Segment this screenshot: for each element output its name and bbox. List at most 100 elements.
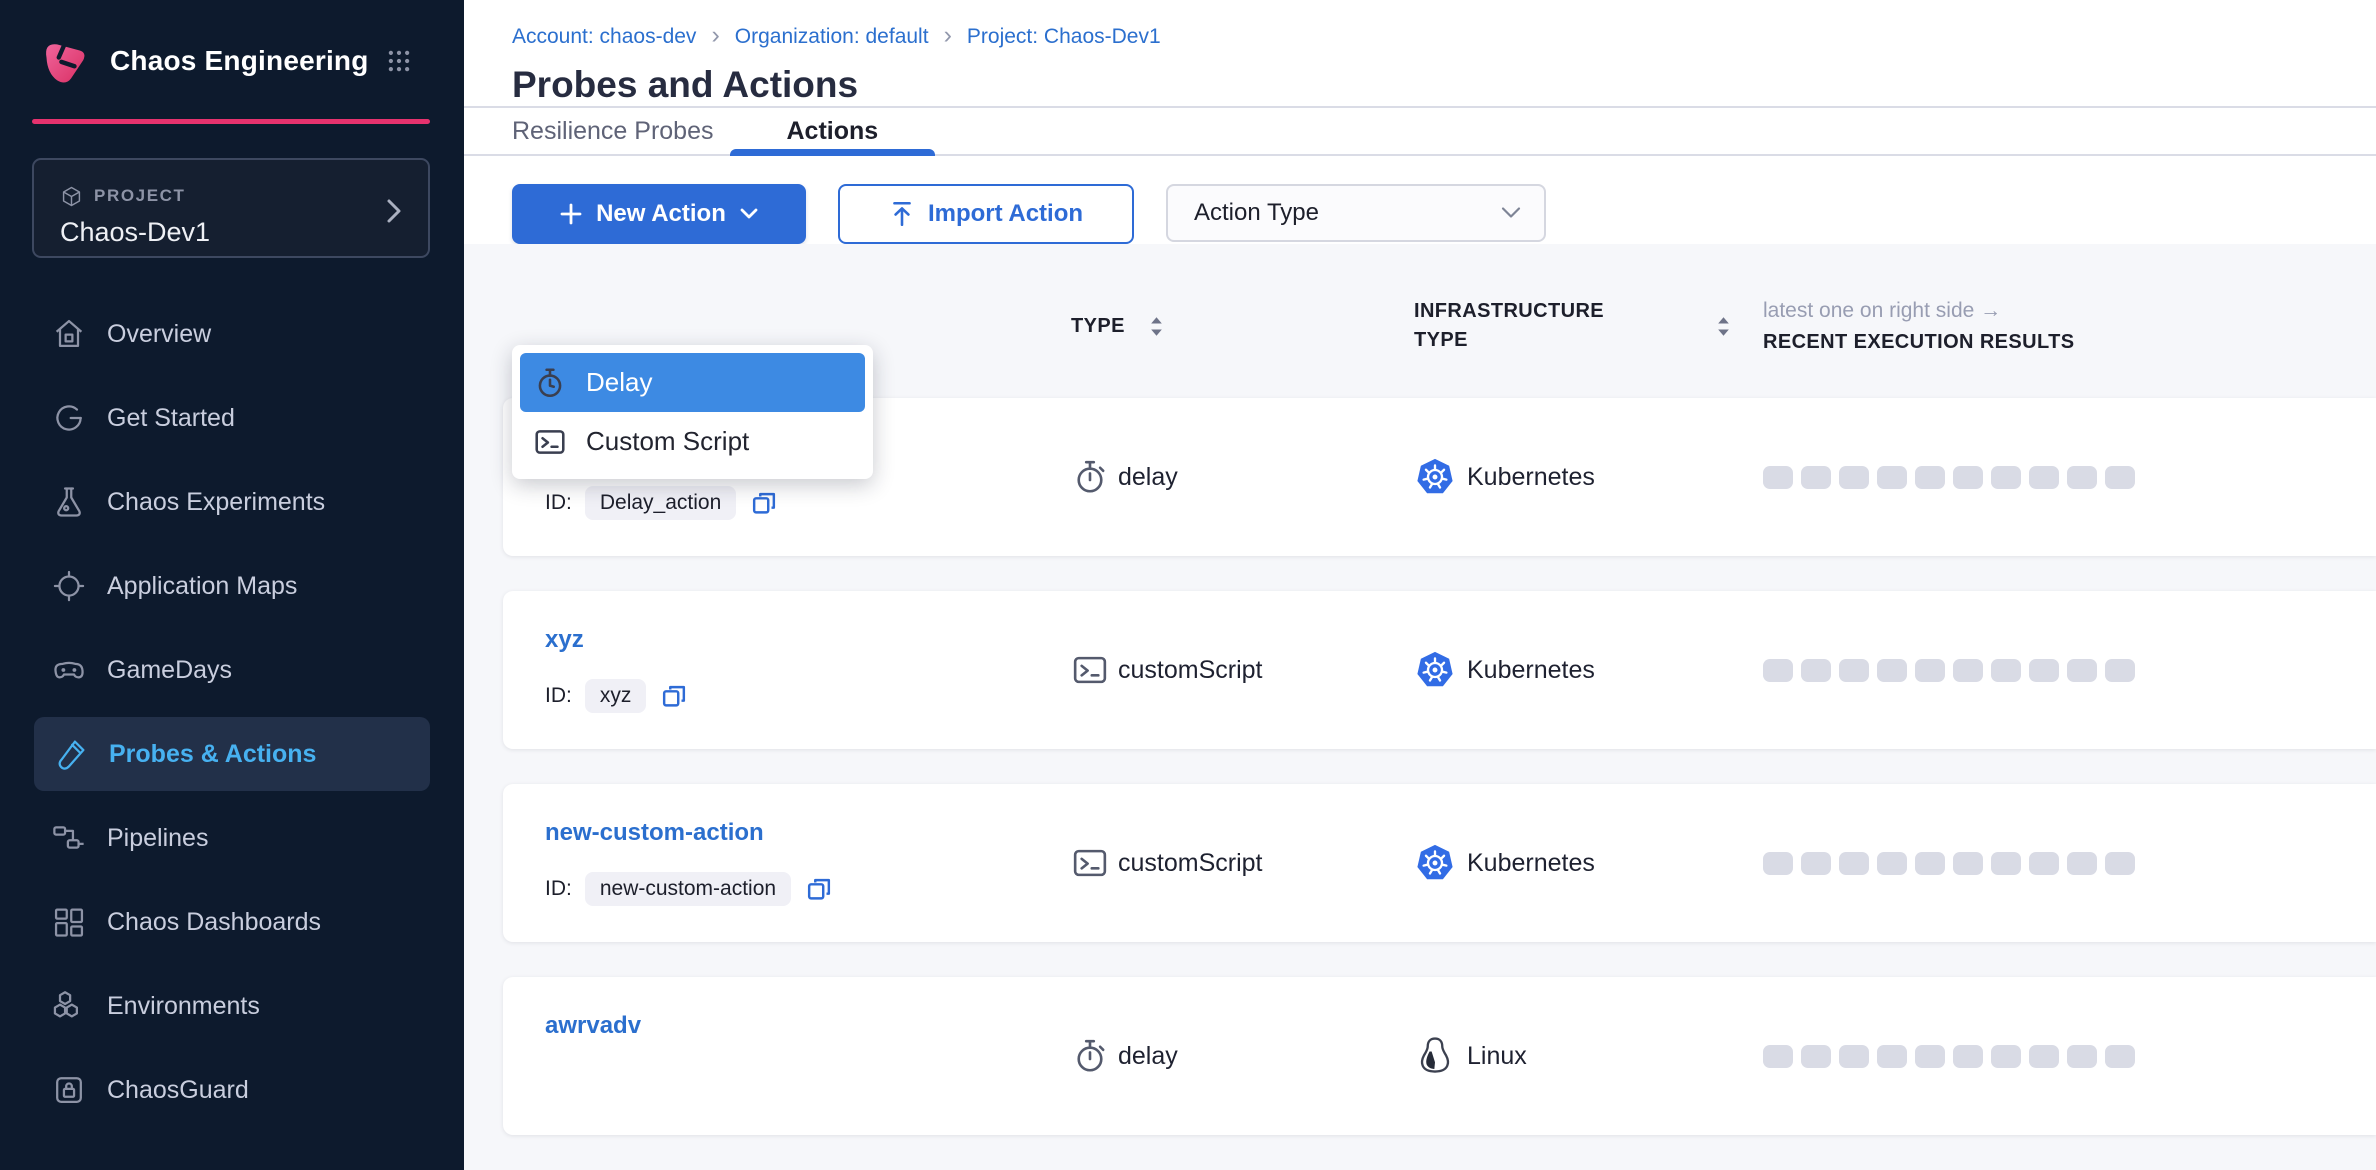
execution-placeholder: [2067, 1045, 2097, 1068]
copy-icon[interactable]: [749, 488, 779, 518]
page-title: Probes and Actions: [512, 64, 2376, 106]
results-hint: latest one on right side →: [1763, 299, 2376, 323]
sidebar-item-chaosguard[interactable]: ChaosGuard: [0, 1048, 464, 1132]
recent-execution-results: [1763, 1045, 2376, 1068]
execution-placeholder: [1915, 852, 1945, 875]
sidebar-item-get-started[interactable]: Get Started: [0, 376, 464, 460]
action-type-value: customScript: [1118, 849, 1262, 878]
execution-placeholder: [2029, 852, 2059, 875]
import-action-button[interactable]: Import Action: [838, 184, 1134, 244]
kubernetes-icon: [1414, 648, 1456, 692]
sort-icon[interactable]: [1147, 314, 1166, 339]
app-title: Chaos Engineering: [110, 45, 369, 77]
recent-execution-results: [1763, 852, 2376, 875]
sidebar-item-label: Overview: [107, 320, 211, 349]
sidebar-item-overview[interactable]: Overview: [0, 292, 464, 376]
sidebar-item-pipelines[interactable]: Pipelines: [0, 796, 464, 880]
breadcrumb-separator: ›: [944, 23, 952, 48]
upload-icon: [889, 200, 915, 228]
infrastructure-column-header[interactable]: INFRASTRUCTURE TYPE: [1414, 297, 1763, 355]
execution-placeholder: [1991, 1045, 2021, 1068]
action-id: new-custom-action: [585, 872, 791, 906]
execution-placeholder: [1877, 466, 1907, 489]
menu-item-label: Delay: [586, 367, 652, 398]
execution-placeholder: [1915, 659, 1945, 682]
get-started-icon: [50, 400, 87, 437]
tab-actions[interactable]: Actions: [730, 108, 936, 154]
breadcrumb-project-link[interactable]: Project: Chaos-Dev1: [967, 25, 1161, 49]
breadcrumb-organization-link[interactable]: Organization: default: [735, 25, 929, 49]
action-type-value: delay: [1118, 463, 1178, 492]
execution-placeholder: [1801, 852, 1831, 875]
execution-placeholder: [2105, 466, 2135, 489]
sidebar-item-label: Chaos Dashboards: [107, 908, 321, 937]
lock-icon: [50, 1072, 87, 1109]
flask-icon: [50, 484, 87, 521]
stopwatch-icon: [1071, 458, 1109, 496]
results-column-header: latest one on right side → RECENT EXECUT…: [1763, 299, 2376, 354]
execution-placeholder: [1953, 1045, 1983, 1068]
sidebar-item-gamedays[interactable]: GameDays: [0, 628, 464, 712]
sidebar-item-chaos-dashboards[interactable]: Chaos Dashboards: [0, 880, 464, 964]
execution-placeholder: [2067, 659, 2097, 682]
execution-placeholder: [1953, 466, 1983, 489]
execution-placeholder: [2067, 852, 2097, 875]
breadcrumb-account-link[interactable]: Account: chaos-dev: [512, 25, 696, 49]
sidebar-item-application-maps[interactable]: Application Maps: [0, 544, 464, 628]
tab-resilience-probes[interactable]: Resilience Probes: [512, 108, 714, 154]
table-row: awrvadv delay: [503, 977, 2376, 1135]
target-icon: [50, 568, 87, 605]
id-label: ID:: [545, 877, 572, 901]
execution-placeholder: [1839, 1045, 1869, 1068]
sidebar-item-label: Probes & Actions: [109, 740, 316, 769]
infrastructure-value: Kubernetes: [1467, 849, 1595, 878]
new-action-button[interactable]: New Action: [512, 184, 806, 244]
module-grid-icon[interactable]: [386, 48, 412, 74]
execution-placeholder: [1763, 1045, 1793, 1068]
infrastructure-value: Linux: [1467, 1042, 1527, 1071]
brand-bar: Chaos Engineering: [0, 0, 464, 121]
sidebar-item-probes-actions[interactable]: Probes & Actions: [34, 717, 430, 791]
execution-placeholder: [2105, 659, 2135, 682]
sort-icon[interactable]: [1714, 314, 1733, 339]
toolbar: New Action Import Action Action Type: [464, 156, 2376, 244]
action-name-link[interactable]: awrvadv: [545, 1012, 641, 1040]
action-type-value: Action Type: [1194, 199, 1319, 227]
execution-placeholder: [1915, 466, 1945, 489]
sidebar-item-environments[interactable]: Environments: [0, 964, 464, 1048]
action-id: Delay_action: [585, 486, 736, 520]
menu-item-custom-script[interactable]: Custom Script: [520, 412, 865, 471]
test-tube-icon: [52, 736, 89, 773]
execution-placeholder: [1801, 1045, 1831, 1068]
execution-placeholder: [1763, 659, 1793, 682]
terminal-icon: [533, 425, 567, 459]
pipeline-icon: [50, 820, 87, 857]
spacer: [545, 1064, 1071, 1100]
action-type-value: customScript: [1118, 656, 1262, 685]
execution-placeholder: [2029, 466, 2059, 489]
execution-placeholder: [1991, 852, 2021, 875]
infrastructure-value: Kubernetes: [1467, 656, 1595, 685]
action-type-select[interactable]: Action Type: [1166, 184, 1546, 242]
type-column-header[interactable]: TYPE: [1071, 314, 1414, 339]
menu-item-delay[interactable]: Delay: [520, 353, 865, 412]
execution-placeholder: [2105, 1045, 2135, 1068]
project-selector[interactable]: PROJECT Chaos-Dev1: [32, 158, 430, 258]
sidebar-item-chaos-experiments[interactable]: Chaos Experiments: [0, 460, 464, 544]
execution-placeholder: [1877, 1045, 1907, 1068]
execution-placeholder: [1839, 466, 1869, 489]
action-type-value: delay: [1118, 1042, 1178, 1071]
app-root: Chaos Engineering PROJECT: [0, 0, 2376, 1170]
copy-icon[interactable]: [804, 874, 834, 904]
cube-icon: [60, 185, 83, 208]
sidebar-item-label: Pipelines: [107, 824, 208, 853]
kubernetes-icon: [1414, 841, 1456, 885]
copy-icon[interactable]: [659, 681, 689, 711]
action-name-link[interactable]: xyz: [545, 626, 584, 654]
chevron-down-icon: [1500, 206, 1522, 220]
action-id: xyz: [585, 679, 647, 713]
action-name-link[interactable]: new-custom-action: [545, 819, 764, 847]
execution-placeholder: [1801, 466, 1831, 489]
chaos-engineering-logo-icon[interactable]: [36, 33, 92, 89]
execution-placeholder: [1953, 852, 1983, 875]
